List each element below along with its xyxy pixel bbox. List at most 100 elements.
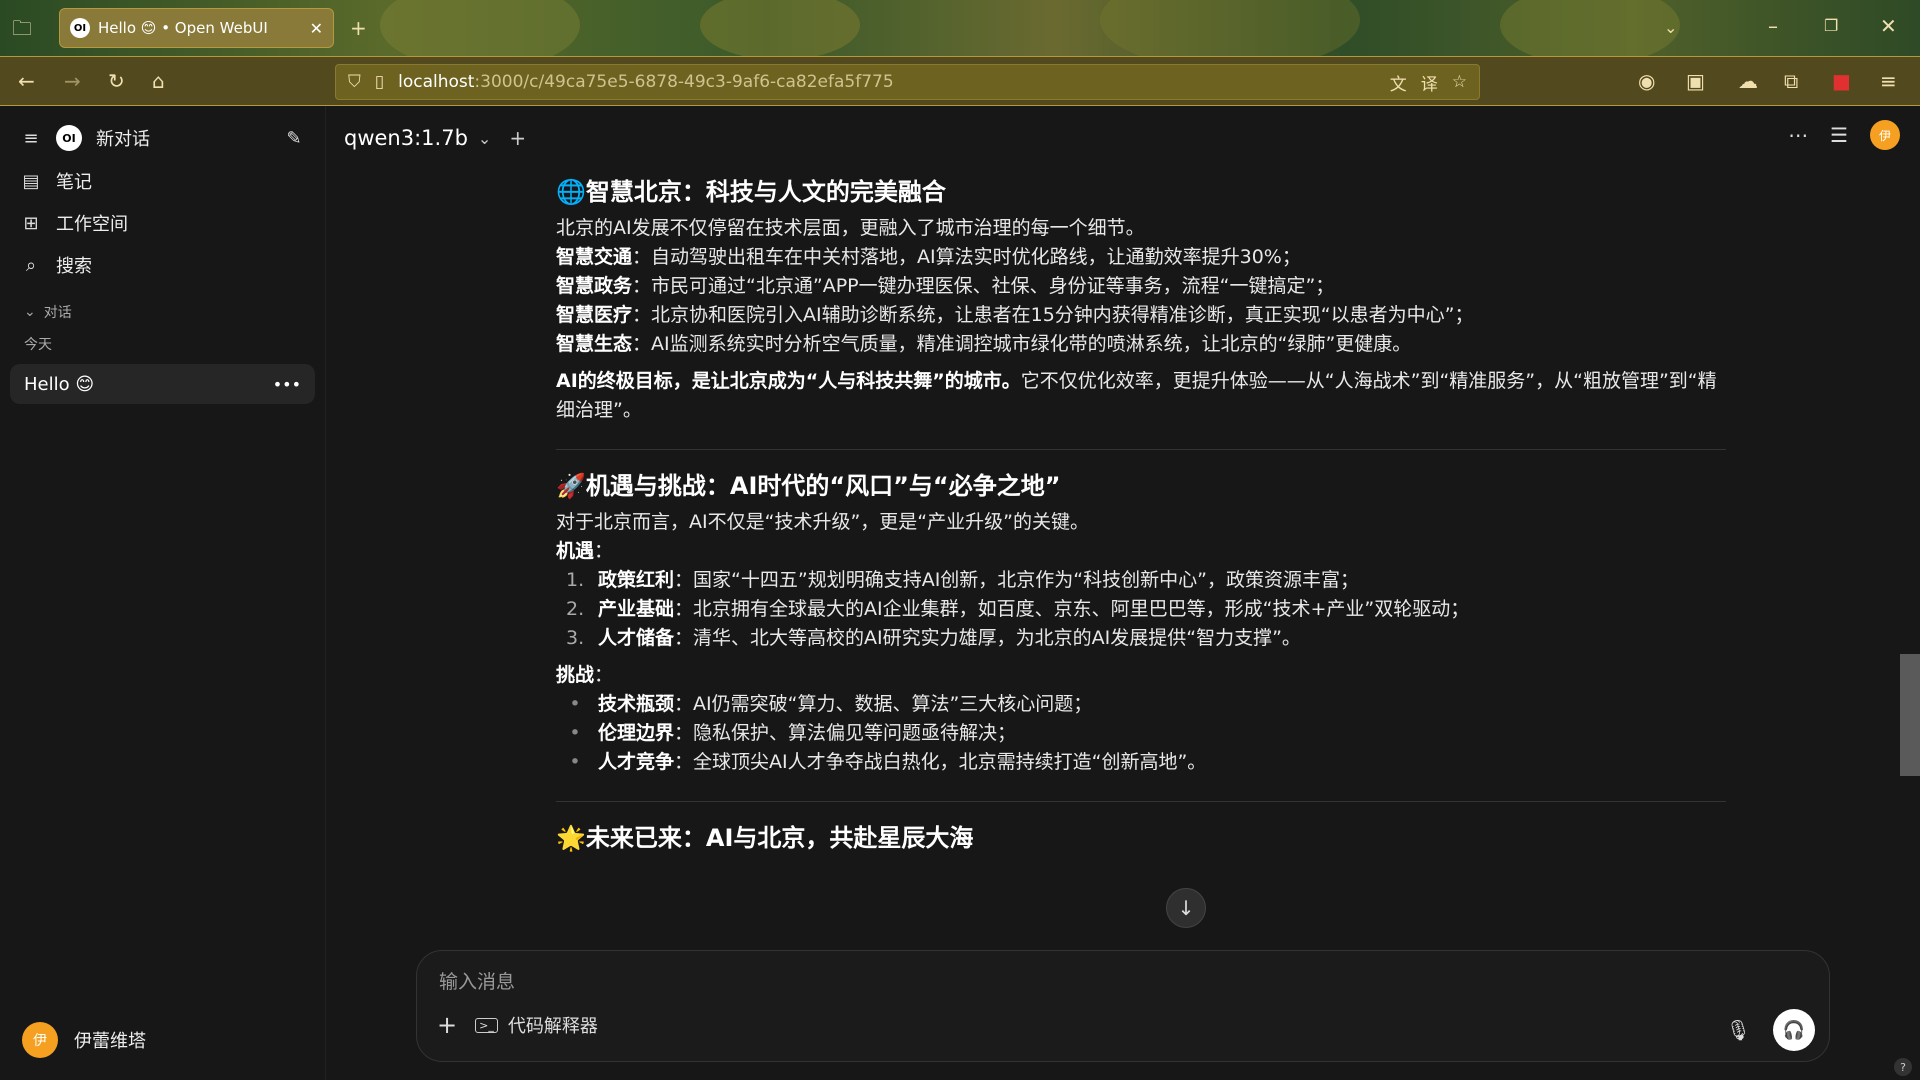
- bullet-icon: •: [569, 722, 581, 744]
- list-item: 2. 产业基础：北京拥有全球最大的AI企业集群，如百度、京东、阿里巴巴等，形成“技…: [566, 595, 1726, 624]
- page-icon: ▯: [374, 72, 385, 92]
- sidebar-item-workspace[interactable]: ⊞ 工作空间: [0, 202, 325, 244]
- close-tab-icon[interactable]: ✕: [310, 19, 323, 38]
- bookmark-star-icon[interactable]: ☆: [1452, 72, 1467, 92]
- openwebui-logo: OI: [56, 125, 82, 151]
- arrow-down-icon: ↓: [1177, 896, 1195, 920]
- user-menu[interactable]: 伊 伊蕾维塔: [22, 1022, 146, 1058]
- bold-term: 产业基础: [598, 598, 675, 620]
- chat-header: qwen3:1.7b ⌄ + ⋯ ☰ 伊: [326, 106, 1920, 170]
- date-group-label: 今天: [24, 337, 52, 353]
- compose-icon[interactable]: ✎: [283, 128, 305, 149]
- add-attachment-icon[interactable]: +: [437, 1011, 457, 1039]
- colon: ：: [594, 540, 614, 562]
- list-item: 1. 政策红利：国家“十四五”规划明确支持AI创新，北京作为“科技创新中心”，政策…: [566, 566, 1726, 595]
- scroll-to-bottom-button[interactable]: ↓: [1166, 888, 1206, 928]
- extension-red-icon[interactable]: ■: [1832, 71, 1851, 91]
- terminal-icon: >_: [475, 1017, 498, 1033]
- maximize-icon[interactable]: ❐: [1824, 16, 1838, 36]
- bullet-icon: •: [569, 751, 581, 773]
- sidebar: ≡ OI 新对话 ✎ ▤ 笔记 ⊞ 工作空间 ⌕ 搜索 ⌄ 对话 今天 Hell…: [0, 106, 326, 1080]
- bold-term: 人才竞争: [598, 751, 675, 773]
- list-number: 1.: [566, 569, 585, 591]
- list-item: 智慧生态：AI监测系统实时分析空气质量，精准调控城市绿化带的喷淋系统，让北京的“…: [556, 330, 1726, 359]
- divider: [556, 801, 1726, 802]
- message-input[interactable]: [439, 967, 1739, 997]
- sidebar-item-search[interactable]: ⌕ 搜索: [0, 244, 325, 286]
- list-item: 智慧政务：市民可通过“北京通”APP一键办理医保、社保、身份证等事务，流程“一键…: [556, 272, 1726, 301]
- bold-term: 挑战: [556, 664, 595, 686]
- paragraph: 对于北京而言，AI不仅是“技术升级”，更是“产业升级”的关键。: [556, 511, 1089, 533]
- scrollbar-thumb[interactable]: [1900, 654, 1920, 776]
- code-interpreter-button[interactable]: >_ 代码解释器: [475, 1012, 598, 1038]
- controls-icon[interactable]: ☰: [1830, 123, 1848, 147]
- scrollbar[interactable]: [1898, 106, 1920, 1080]
- minimize-icon[interactable]: –: [1768, 16, 1778, 36]
- bold-term: 政策红利: [598, 569, 675, 591]
- section-heading: 🌐智慧北京：科技与人文的完美融合: [556, 178, 946, 206]
- extension-cloud-icon[interactable]: ☁: [1738, 71, 1758, 91]
- open-webui-app: ≡ OI 新对话 ✎ ▤ 笔记 ⊞ 工作空间 ⌕ 搜索 ⌄ 对话 今天 Hell…: [0, 106, 1920, 1080]
- sidebar-item-notes[interactable]: ▤ 笔记: [0, 160, 325, 202]
- avatar: 伊: [22, 1022, 58, 1058]
- bold-term: 智慧医疗: [556, 304, 633, 326]
- reload-icon[interactable]: ↻: [108, 71, 125, 91]
- list-item: • 技术瓶颈：AI仍需突破“算力、数据、算法”三大核心问题；: [566, 690, 1726, 719]
- new-chat-row[interactable]: ≡ OI 新对话 ✎: [0, 116, 325, 160]
- account-icon[interactable]: ◉: [1638, 71, 1655, 91]
- chat-list-item[interactable]: Hello 😊 •••: [10, 364, 315, 404]
- chevron-down-icon[interactable]: ⌄: [478, 129, 491, 148]
- forward-icon[interactable]: →: [64, 71, 81, 91]
- menu-icon[interactable]: ≡: [1880, 71, 1897, 91]
- user-name: 伊蕾维塔: [74, 1031, 146, 1052]
- list-item: 3. 人才储备：清华、北大等高校的AI研究实力雄厚，为北京的AI发展提供“智力支撑…: [566, 624, 1726, 653]
- bold-term: 伦理边界: [598, 722, 675, 744]
- item-text: ：自动驾驶出租车在中关村落地，AI算法实时优化路线，让通勤效率提升30%；: [632, 246, 1301, 268]
- list-item: 智慧交通：自动驾驶出租车在中关村落地，AI算法实时优化路线，让通勤效率提升30%…: [556, 243, 1726, 272]
- list-heading: 机遇：: [556, 537, 1726, 566]
- browser-tab-bar: 🗀 OI Hello 😊 • Open WebUI ✕ + ⌄ – ❐ ✕: [0, 0, 1920, 56]
- translate-page-icon[interactable]: 译: [1421, 70, 1438, 95]
- item-text: ：隐私保护、算法偏见等问题亟待解决；: [674, 722, 1017, 744]
- chats-section-label: 对话: [43, 305, 72, 321]
- shield-icon[interactable]: ⛉: [348, 72, 361, 92]
- more-options-icon[interactable]: •••: [273, 375, 301, 394]
- address-bar[interactable]: ⛉ ▯ localhost:3000/c/49ca75e5-6878-49c3-…: [335, 64, 1480, 100]
- home-icon[interactable]: ⌂: [152, 71, 165, 91]
- message-composer: + >_ 代码解释器 🎙 🎧: [416, 950, 1830, 1062]
- model-selector[interactable]: qwen3:1.7b: [344, 126, 468, 150]
- extensions-icon[interactable]: ⧉: [1784, 71, 1798, 91]
- list-heading: 挑战：: [556, 661, 1726, 690]
- microphone-icon[interactable]: 🎙: [1726, 1018, 1751, 1042]
- new-tab-icon[interactable]: +: [350, 18, 367, 38]
- grid-icon: ⊞: [23, 212, 39, 234]
- browser-tab-active[interactable]: OI Hello 😊 • Open WebUI ✕: [59, 8, 334, 48]
- list-item: 智慧医疗：北京协和医院引入AI辅助诊断系统，让患者在15分钟内获得精准诊断，真正…: [556, 301, 1726, 330]
- tab-list-icon[interactable]: ⌄: [1664, 18, 1677, 38]
- chat-title: Hello 😊: [24, 373, 95, 395]
- back-icon[interactable]: ←: [18, 71, 35, 91]
- help-icon[interactable]: ?: [1894, 1058, 1912, 1076]
- list-number: 2.: [566, 598, 585, 620]
- sidebar-toggle-icon[interactable]: ≡: [20, 128, 42, 149]
- bold-term: 智慧政务: [556, 275, 633, 297]
- extension-reader-icon[interactable]: ▣: [1686, 71, 1705, 91]
- add-model-icon[interactable]: +: [509, 126, 526, 150]
- url-host: localhost: [398, 72, 475, 92]
- translate-icon[interactable]: 文: [1390, 70, 1407, 95]
- sidebar-item-label: 工作空间: [56, 214, 128, 235]
- voice-mode-button[interactable]: 🎧: [1773, 1009, 1815, 1051]
- notebook-icon: ▤: [22, 170, 40, 192]
- section-heading: 🌟未来已来：AI与北京，共赴星辰大海: [556, 824, 974, 852]
- item-text: ：清华、北大等高校的AI研究实力雄厚，为北京的AI发展提供“智力支撑”。: [674, 627, 1301, 649]
- avatar[interactable]: 伊: [1870, 120, 1900, 150]
- bullet-icon: •: [569, 693, 581, 715]
- tab-overview-icon[interactable]: 🗀: [12, 18, 32, 38]
- close-window-icon[interactable]: ✕: [1880, 16, 1897, 36]
- browser-toolbar: ← → ↻ ⌂ ⛉ ▯ localhost:3000/c/49ca75e5-68…: [0, 56, 1920, 106]
- search-icon: ⌕: [25, 254, 37, 276]
- sidebar-item-label: 搜索: [56, 256, 92, 277]
- more-options-icon[interactable]: ⋯: [1788, 123, 1808, 147]
- new-chat-label[interactable]: 新对话: [96, 125, 269, 151]
- chats-section-toggle[interactable]: ⌄ 对话: [0, 296, 325, 328]
